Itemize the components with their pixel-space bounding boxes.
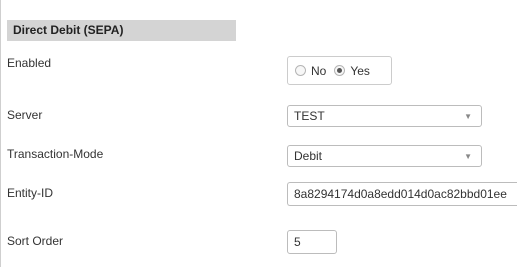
enabled-label: Enabled <box>7 56 52 70</box>
server-select-value: TEST <box>294 109 325 123</box>
server-label: Server <box>7 108 43 122</box>
radio-checked-icon[interactable] <box>334 65 346 76</box>
enabled-option-yes-label: Yes <box>350 63 370 78</box>
enabled-option-yes[interactable]: Yes <box>334 64 370 78</box>
chevron-down-icon: ▼ <box>464 111 472 121</box>
sort-order-label: Sort Order <box>7 234 64 248</box>
transaction-mode-select-value: Debit <box>294 149 323 163</box>
enabled-option-no-label: No <box>311 63 327 78</box>
panel-left-border <box>0 0 1 267</box>
section-title: Direct Debit (SEPA) <box>7 20 236 41</box>
transaction-mode-select[interactable]: Debit ▼ <box>287 145 482 167</box>
entity-id-label: Entity-ID <box>7 186 54 200</box>
radio-unchecked-icon[interactable] <box>295 65 306 76</box>
entity-id-input[interactable]: 8a8294174d0a8edd014d0ac82bbd01ee <box>287 182 517 206</box>
enabled-radio-group: No Yes <box>287 56 392 85</box>
enabled-option-no[interactable]: No <box>295 64 326 78</box>
server-select[interactable]: TEST ▼ <box>287 105 482 127</box>
sort-order-input[interactable]: 5 <box>287 230 337 254</box>
transaction-mode-label: Transaction-Mode <box>7 147 104 161</box>
chevron-down-icon: ▼ <box>464 151 472 161</box>
